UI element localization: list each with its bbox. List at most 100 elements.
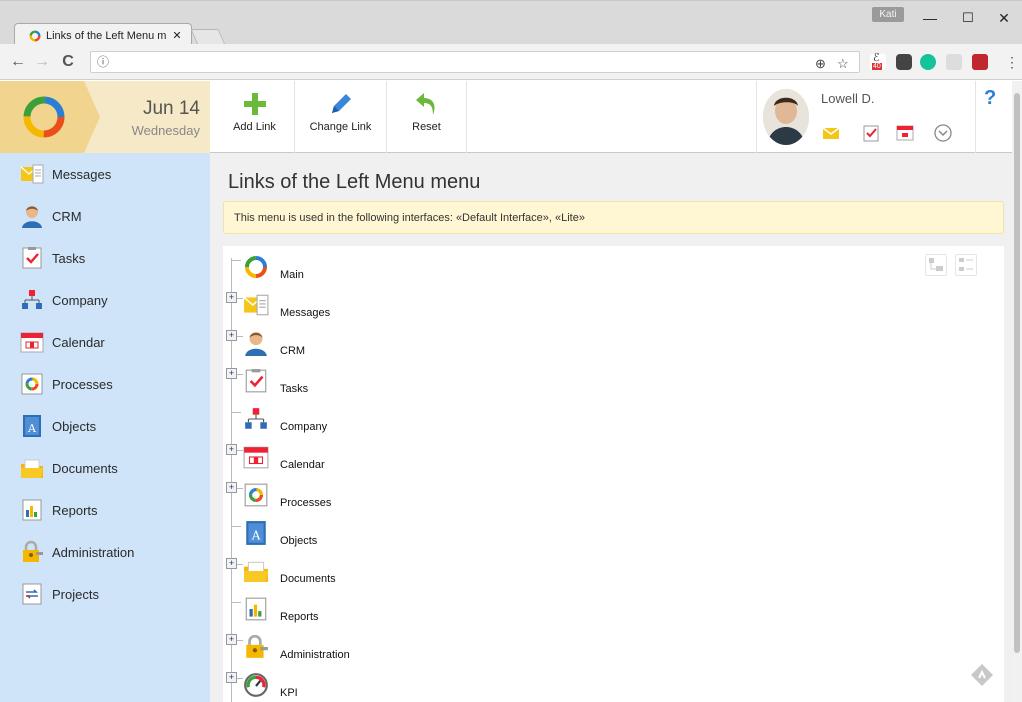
crm-icon [245,332,267,356]
chevron-down-icon[interactable] [933,123,953,143]
tree-item-company[interactable]: Company [223,406,723,444]
sidebar-item-tasks[interactable]: Tasks [0,237,210,279]
current-weekday: Wednesday [131,123,200,138]
sidebar-item-label: Messages [52,166,112,182]
expand-toggle[interactable]: + [226,368,237,379]
sidebar-item-label: Company [52,292,108,308]
bookmark-star-icon[interactable]: ☆ [837,54,849,74]
tree-item-documents[interactable]: + Documents [223,558,723,596]
change-link-button[interactable]: Change Link [295,81,387,153]
sidebar-item-administration[interactable]: Administration [0,531,210,573]
add-link-label: Add Link [233,121,276,133]
page-title: Links of the Left Menu menu [228,171,481,193]
add-link-button[interactable]: Add Link [215,81,295,153]
expand-toggle[interactable]: + [226,444,237,455]
sidebar-item-documents[interactable]: Documents [0,447,210,489]
reports-icon [22,499,42,521]
expand-all-icon[interactable] [925,254,947,276]
extension-icon-1[interactable]: ℰ 40 [870,52,886,70]
messages-icon[interactable] [821,123,841,143]
forward-button[interactable]: → [32,52,52,72]
browser-menu-icon[interactable]: ⋮ [1002,52,1022,72]
site-info-icon[interactable]: ⓘ [97,55,109,69]
sidebar-item-reports[interactable]: Reports [0,489,210,531]
sidebar-item-projects[interactable]: Projects [0,573,210,615]
address-bar[interactable]: ⓘ ⊕ ☆ [90,51,860,73]
tree-item-label: Calendar [280,459,325,471]
sidebar-item-messages[interactable]: Messages [0,153,210,195]
tree-item-tasks[interactable]: + Tasks [223,368,723,406]
tree-item-label: Tasks [280,383,309,395]
objects-icon: A [23,415,41,437]
sidebar-item-company[interactable]: Company [0,279,210,321]
tasks-icon [245,369,267,393]
kpi-icon [244,673,268,697]
sidebar-item-crm[interactable]: CRM [0,195,210,237]
sidebar-item-objects[interactable]: A Objects [0,405,210,447]
projects-icon [22,583,42,605]
tree-item-label: Reports [280,611,319,623]
tab-close-icon[interactable]: ✕ [169,29,185,42]
browser-toolbar: ← → C ⓘ ⊕ ☆ ℰ 40 ⋮ [0,44,1022,80]
tree-item-administration[interactable]: + Administration [223,634,723,672]
scrollbar-thumb[interactable] [1014,93,1020,653]
tree-item-main[interactable]: Main [223,254,723,292]
expand-toggle[interactable]: + [226,634,237,645]
reload-button[interactable]: C [58,52,78,72]
back-button[interactable]: ← [8,52,28,72]
app-logo-icon[interactable] [20,93,68,141]
reset-button[interactable]: Reset [387,81,467,153]
sidebar-item-processes[interactable]: Processes [0,363,210,405]
calendar-icon[interactable] [895,123,915,143]
grammarly-extension-icon[interactable] [920,54,936,70]
messages-icon [243,294,269,316]
sidebar-item-calendar[interactable]: Calendar [0,321,210,363]
tab-title: Links of the Left Menu m [46,29,167,42]
tree-item-kpi[interactable]: + KPI [223,672,723,702]
avatar[interactable] [763,89,809,145]
expand-toggle[interactable]: + [226,672,237,683]
tree-item-label: Processes [280,497,332,509]
tree-item-reports[interactable]: Reports [223,596,723,634]
undo-icon [415,93,435,115]
tree-item-processes[interactable]: + Processes [223,482,723,520]
maximize-button[interactable]: ☐ [950,7,986,29]
expand-toggle[interactable]: + [226,482,237,493]
messages-icon [20,164,44,184]
pocket-extension-icon[interactable] [896,54,912,70]
tree-item-calendar[interactable]: + Calendar [223,444,723,482]
zoom-icon[interactable]: ⊕ [815,54,826,74]
sidebar-item-label: Calendar [52,334,105,350]
help-button[interactable]: ? [984,87,996,110]
user-name[interactable]: Lowell D. [821,91,874,106]
browser-profile-chip[interactable]: Kati [872,7,904,22]
tree-item-label: Main [280,269,304,281]
current-date: Jun 14 [142,98,200,119]
objects-icon: A [246,521,266,545]
tree-item-label: Company [280,421,328,433]
minimize-button[interactable]: — [912,7,948,29]
expand-toggle[interactable]: + [226,292,237,303]
documents-icon [21,459,43,478]
company-icon [245,408,267,429]
tasks-icon[interactable] [861,123,881,143]
svg-text:A: A [27,422,37,435]
main-content: Links of the Left Menu menu This menu is… [210,153,1012,702]
expand-toggle[interactable]: + [226,558,237,569]
tree-item-label: Administration [280,649,350,661]
calendar-icon [20,332,44,353]
extension-icon-4[interactable] [946,54,962,70]
expand-toggle[interactable]: + [226,330,237,341]
pencil-icon [331,94,351,113]
left-sidebar: Messages CRM Tasks Company Calendar Proc… [0,153,210,702]
change-link-label: Change Link [309,121,372,133]
tree-item-objects[interactable]: A Objects [223,520,723,558]
collapse-all-icon[interactable] [955,254,977,276]
new-tab-button[interactable] [190,29,226,45]
close-window-button[interactable]: ✕ [986,7,1022,29]
extension-icon-5[interactable] [972,54,988,70]
feedback-icon[interactable] [970,663,994,687]
tree-item-messages[interactable]: + Messages [223,292,723,330]
tree-item-crm[interactable]: + CRM [223,330,723,368]
page-scrollbar[interactable] [1012,81,1022,702]
